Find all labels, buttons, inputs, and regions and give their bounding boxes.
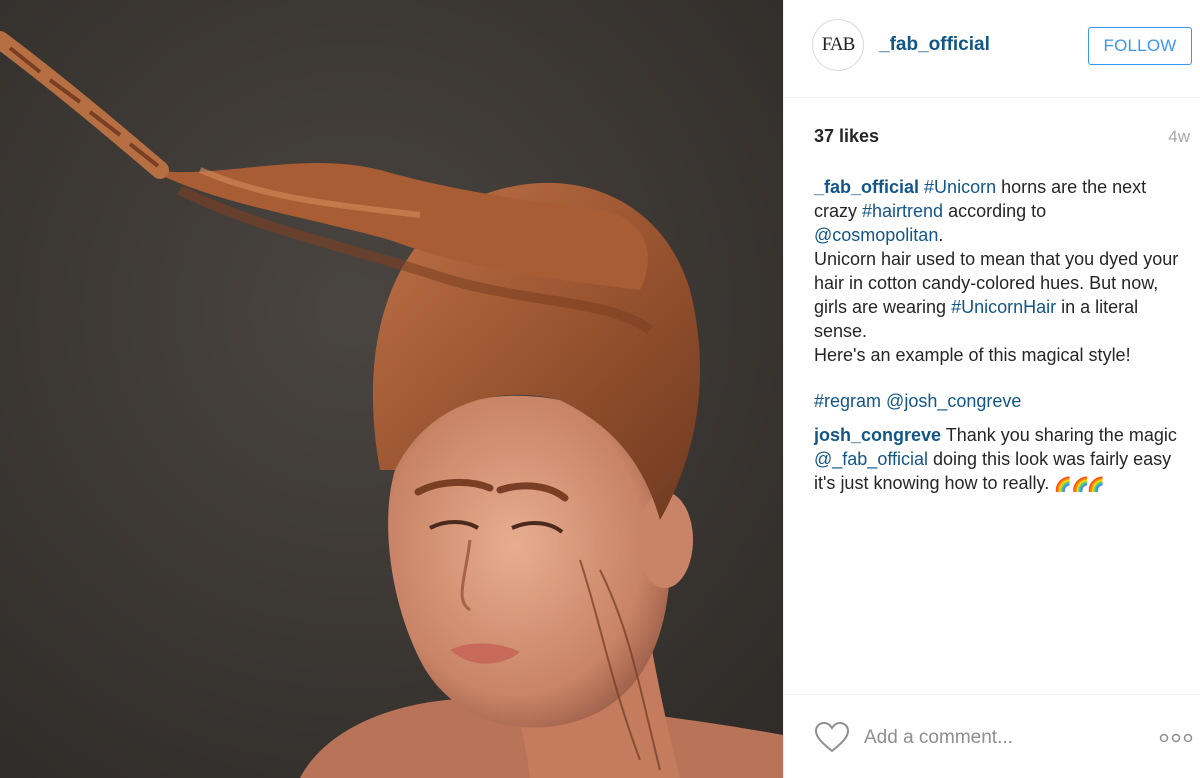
post-header: FAB _fab_official FOLLOW	[784, 0, 1200, 98]
reply-comment: josh_congreve Thank you sharing the magi…	[814, 423, 1189, 496]
mention-cosmopolitan[interactable]: @cosmopolitan	[814, 225, 938, 245]
mention-josh-congreve[interactable]: @josh_congreve	[886, 391, 1021, 411]
heart-icon[interactable]	[814, 721, 850, 753]
rainbow-emoji: 🌈 🌈🌈	[1054, 476, 1104, 492]
avatar-logo: FAB	[821, 34, 856, 55]
post-footer	[784, 694, 1200, 778]
hashtag-regram[interactable]: #regram	[814, 391, 881, 411]
hashtag-hairtrend[interactable]: #hairtrend	[862, 201, 943, 221]
post-photo[interactable]	[0, 0, 783, 778]
reply-text: Thank you sharing the magic	[941, 425, 1177, 445]
post-photo-illustration	[0, 0, 783, 778]
hashtag-unicorn[interactable]: #Unicorn	[924, 177, 996, 197]
post-time[interactable]: 4w	[1168, 127, 1190, 147]
avatar[interactable]: FAB	[812, 19, 864, 71]
header-username[interactable]: _fab_official	[879, 34, 990, 56]
regram-line: #regram @josh_congreve	[814, 389, 1189, 413]
post-side-panel: FAB _fab_official FOLLOW 37 likes 4w _fa…	[783, 0, 1200, 778]
mention-fab-official[interactable]: @_fab_official	[814, 449, 928, 469]
add-comment-input[interactable]	[864, 725, 1134, 751]
caption-text: Here's an example of this magical style!	[814, 345, 1131, 365]
likes-count[interactable]: 37 likes	[814, 126, 879, 147]
comments-list: _fab_official #Unicorn horns are the nex…	[814, 175, 1189, 496]
more-options-icon[interactable]	[1159, 733, 1193, 743]
reply-author[interactable]: josh_congreve	[814, 425, 941, 445]
caption-comment: _fab_official #Unicorn horns are the nex…	[814, 175, 1189, 367]
hashtag-unicornhair[interactable]: #UnicornHair	[951, 297, 1056, 317]
caption-text: according to	[943, 201, 1047, 221]
caption-author[interactable]: _fab_official	[814, 177, 919, 197]
follow-button[interactable]: FOLLOW	[1088, 27, 1192, 65]
caption-text: .	[938, 225, 944, 245]
